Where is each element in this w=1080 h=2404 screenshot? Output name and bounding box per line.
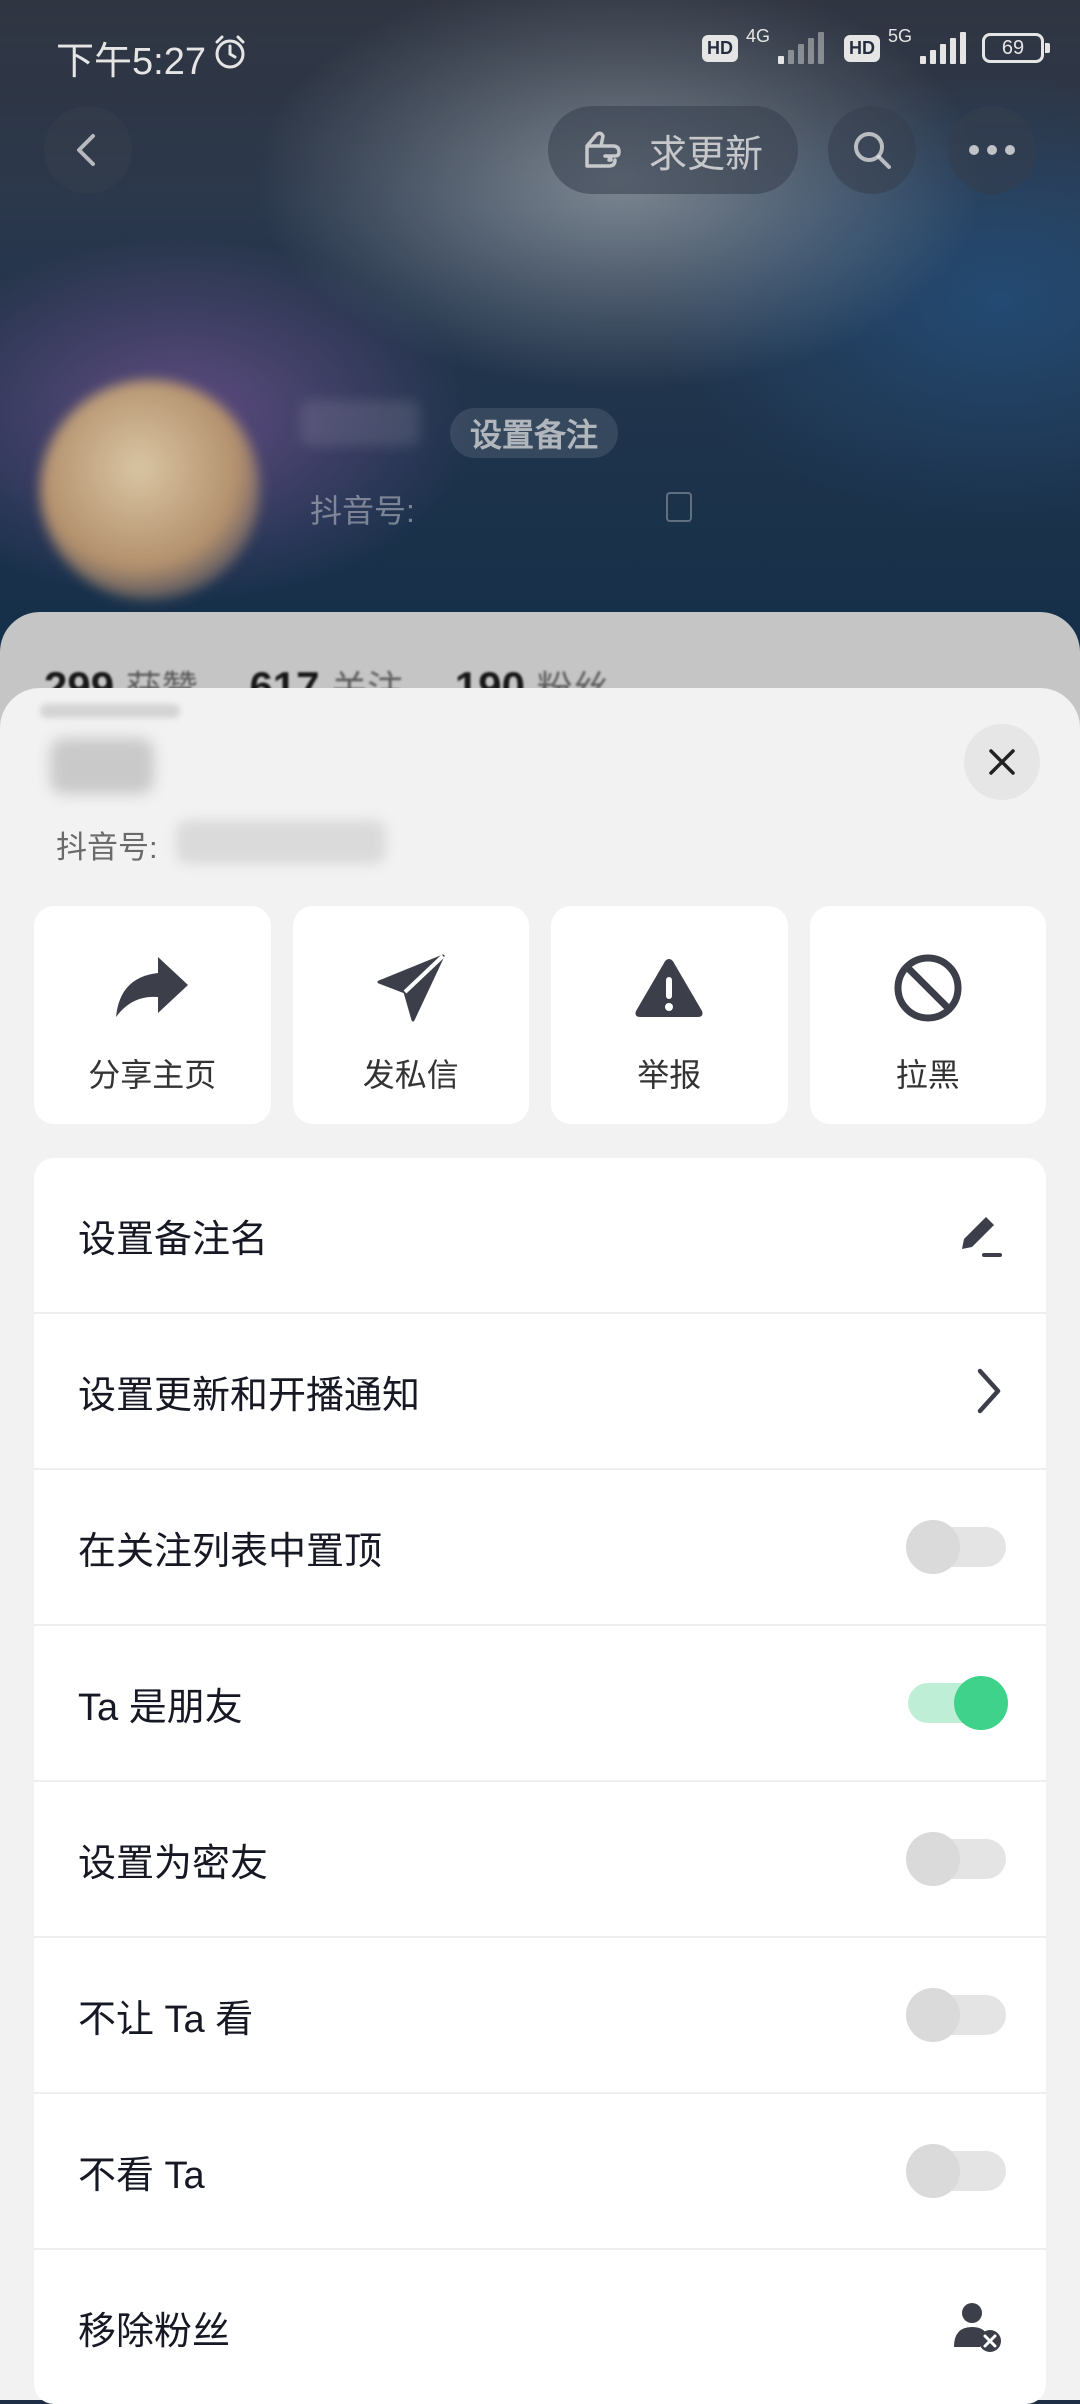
row-label: 不让 Ta 看 <box>78 1998 254 2041</box>
row-label: 设置为密友 <box>78 1842 269 1885</box>
hide-from-them-toggle[interactable] <box>906 1988 1006 2042</box>
row-label: 设置更新和开播通知 <box>78 1374 421 1417</box>
pin-in-following-toggle[interactable] <box>906 1520 1006 1574</box>
send-message-icon <box>371 948 451 1028</box>
chevron-right-icon <box>970 1365 1006 1417</box>
sheet-id-label: 抖音号: <box>56 830 158 865</box>
is-friend-toggle[interactable] <box>908 1676 1008 1730</box>
row-label: 不看 Ta <box>78 2154 205 2197</box>
close-friend-row: 设置为密友 <box>34 1782 1046 1938</box>
set-remark-row[interactable]: 设置备注名 <box>34 1158 1046 1314</box>
sheet-id-value-blurred <box>176 820 386 864</box>
row-label: 移除粉丝 <box>78 2310 231 2353</box>
profile-actions-sheet: 抖音号: 分享主页 发私信 举报 拉黑 设置备注名 设置更新和开播通知 在关注列… <box>0 688 1080 2404</box>
quick-actions: 分享主页 发私信 举报 拉黑 <box>34 906 1046 1124</box>
sheet-user-name-blurred <box>50 738 154 794</box>
remove-follower-row[interactable]: 移除粉丝 <box>34 2250 1046 2404</box>
report-label: 举报 <box>637 1057 702 1093</box>
is-friend-row: Ta 是朋友 <box>34 1626 1046 1782</box>
report-button[interactable]: 举报 <box>551 906 788 1124</box>
share-profile-label: 分享主页 <box>88 1057 217 1093</box>
row-label: 在关注列表中置顶 <box>78 1530 383 1573</box>
share-icon <box>112 948 192 1028</box>
block-label: 拉黑 <box>895 1057 960 1093</box>
send-message-button[interactable]: 发私信 <box>292 906 529 1124</box>
sheet-blurred-text <box>40 704 180 718</box>
settings-list: 设置备注名 设置更新和开播通知 在关注列表中置顶 Ta 是朋友 设置为密友 不让… <box>34 1158 1046 2404</box>
dont-watch-them-toggle[interactable] <box>906 2144 1006 2198</box>
dont-watch-them-row: 不看 Ta <box>34 2094 1046 2250</box>
block-button[interactable]: 拉黑 <box>809 906 1046 1124</box>
report-warning-icon <box>629 948 709 1028</box>
row-label: 设置备注名 <box>78 1218 269 1261</box>
block-icon <box>888 948 968 1028</box>
send-message-label: 发私信 <box>362 1057 459 1093</box>
row-label: Ta 是朋友 <box>78 1686 243 1729</box>
edit-icon <box>954 1209 1006 1261</box>
close-icon <box>989 749 1015 775</box>
close-friend-toggle[interactable] <box>906 1832 1006 1886</box>
hide-from-them-row: 不让 Ta 看 <box>34 1938 1046 2094</box>
close-button[interactable] <box>964 724 1040 800</box>
remove-follower-icon <box>950 2299 1006 2355</box>
pin-in-following-row: 在关注列表中置顶 <box>34 1470 1046 1626</box>
update-notification-row[interactable]: 设置更新和开播通知 <box>34 1314 1046 1470</box>
share-profile-button[interactable]: 分享主页 <box>34 906 271 1124</box>
